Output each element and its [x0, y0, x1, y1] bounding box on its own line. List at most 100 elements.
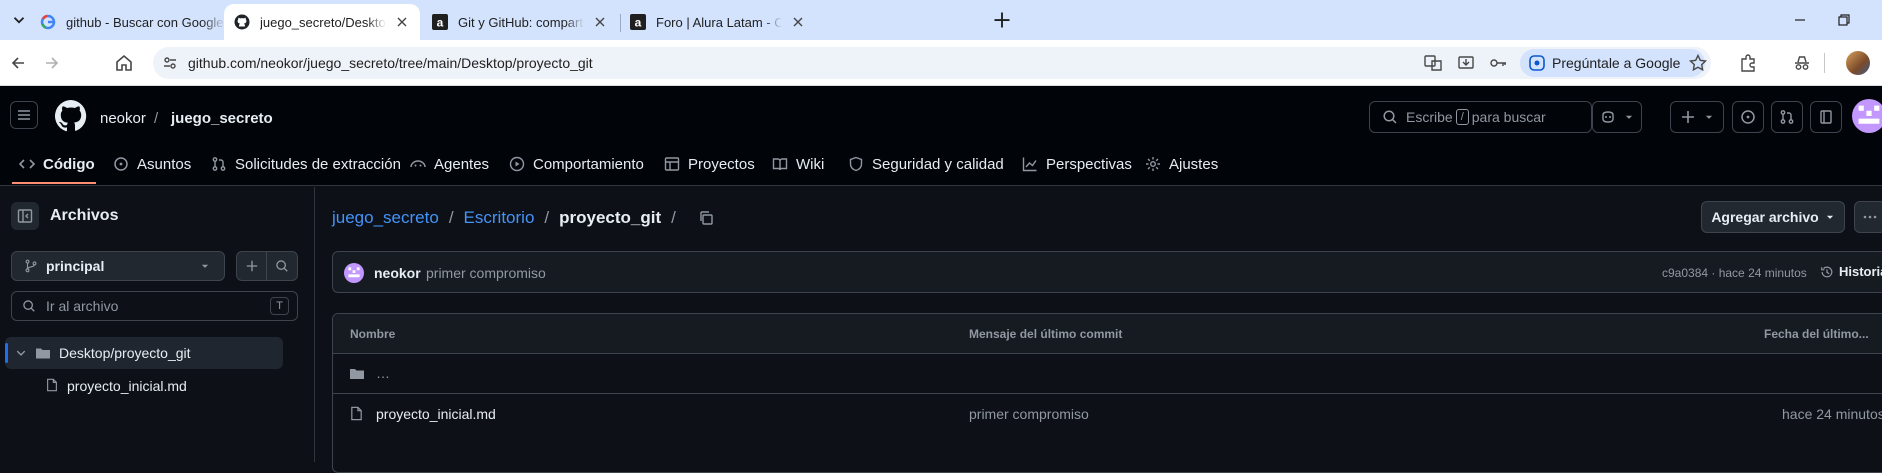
- tab-label: Código: [43, 155, 95, 173]
- tab-label: Solicitudes de extracción: [235, 155, 401, 173]
- file-commit-message[interactable]: primer compromiso: [969, 406, 1089, 422]
- svg-text:a: a: [437, 16, 444, 30]
- close-icon[interactable]: [790, 14, 806, 30]
- url-text[interactable]: github.com/neokor/juego_secreto/tree/mai…: [188, 55, 593, 71]
- repo-owner-link[interactable]: neokor: [100, 110, 146, 127]
- ask-google-button[interactable]: Pregúntale a Google: [1520, 49, 1705, 77]
- translate-icon[interactable]: [1423, 53, 1443, 73]
- table-icon: [664, 157, 680, 171]
- svg-text:a: a: [635, 16, 642, 30]
- inbox-button[interactable]: [1810, 101, 1842, 133]
- tree-file-row[interactable]: proyecto_inicial.md: [5, 371, 283, 401]
- repo-path-separator: /: [154, 110, 159, 127]
- breadcrumb-trailing-separator: /: [671, 208, 676, 227]
- history-link[interactable]: Historia: [1820, 264, 1882, 279]
- folder-open-icon: [36, 348, 50, 359]
- pull-request-icon: [212, 157, 226, 171]
- graph-icon: [1022, 157, 1037, 172]
- google-icon: [40, 14, 56, 30]
- tree-folder-row[interactable]: Desktop/proyecto_git: [5, 337, 283, 369]
- new-tab-button[interactable]: [992, 10, 1012, 30]
- create-new-button[interactable]: [1670, 101, 1724, 133]
- add-file-button[interactable]: Agregar archivo: [1701, 201, 1845, 233]
- history-icon: [1821, 266, 1833, 277]
- tab-issues[interactable]: Asuntos: [113, 142, 191, 186]
- minimize-icon[interactable]: [1790, 10, 1810, 30]
- issue-icon: [114, 157, 128, 171]
- repo-nav: Código Asuntos Solicitudes de extracción…: [0, 142, 1882, 186]
- search-icon: [23, 300, 35, 312]
- latest-commit-bar: neokor primer compromiso c9a0384 · hace …: [332, 251, 1882, 293]
- branch-selector[interactable]: principal: [11, 251, 225, 281]
- user-avatar[interactable]: [1852, 99, 1882, 133]
- go-to-file-input[interactable]: Ir al archivo T: [11, 291, 298, 321]
- table-row[interactable]: proyecto_inicial.md primer compromiso ha…: [333, 394, 1882, 434]
- profile-avatar[interactable]: [1846, 51, 1870, 75]
- close-icon[interactable]: [592, 14, 608, 30]
- tab-insights[interactable]: Perspectivas: [1022, 142, 1132, 186]
- main-content: juego_secreto / Escritorio / proyecto_gi…: [316, 187, 1882, 473]
- tab-wiki[interactable]: Wiki: [772, 142, 824, 186]
- repo-name-link[interactable]: juego_secreto: [171, 110, 273, 127]
- close-icon[interactable]: [394, 14, 410, 30]
- incognito-icon[interactable]: [1792, 53, 1812, 73]
- tab-pull-requests[interactable]: Solicitudes de extracción: [211, 142, 401, 186]
- commit-sha-time[interactable]: c9a0384 · hace 24 minutos: [1662, 266, 1807, 280]
- browser-tab-alura-foro[interactable]: a Foro | Alura Latam - Cursos online: [620, 4, 816, 40]
- tab-settings[interactable]: Ajustes: [1145, 142, 1218, 186]
- browser-toolbar: github.com/neokor/juego_secreto/tree/mai…: [0, 40, 1882, 86]
- copilot-button[interactable]: [1592, 101, 1642, 133]
- sidebar-search-button[interactable]: [267, 252, 297, 280]
- site-info-icon[interactable]: [162, 55, 178, 71]
- tab-label: Ajustes: [1169, 155, 1219, 173]
- tab-projects[interactable]: Proyectos: [664, 142, 755, 186]
- agent-icon: [410, 160, 426, 168]
- issues-button[interactable]: [1732, 101, 1764, 133]
- sidebar-collapse-icon: [17, 209, 33, 223]
- browser-tab-github[interactable]: juego_secreto/Desktop/proyecto_git: [224, 4, 420, 40]
- breadcrumb-root-link[interactable]: juego_secreto: [332, 208, 439, 228]
- commit-author-avatar[interactable]: [344, 263, 364, 283]
- tab-code[interactable]: Código: [19, 142, 95, 186]
- tab-search-icon[interactable]: [10, 11, 28, 29]
- pull-requests-button[interactable]: [1771, 101, 1803, 133]
- copy-path-icon[interactable]: [698, 210, 714, 226]
- alura-icon: a: [630, 14, 646, 30]
- github-search-input[interactable]: Escribe / para buscar: [1369, 101, 1592, 133]
- password-key-icon[interactable]: [1488, 53, 1508, 73]
- tab-agents[interactable]: Agentes: [410, 142, 489, 186]
- github-logo-icon[interactable]: [55, 100, 87, 132]
- code-icon: [19, 159, 35, 169]
- file-name-link[interactable]: proyecto_inicial.md: [376, 406, 496, 422]
- plus-icon: [1682, 111, 1694, 123]
- more-options-button[interactable]: [1854, 201, 1882, 233]
- tab-security[interactable]: Seguridad y calidad: [848, 142, 1004, 186]
- bookmark-star-icon[interactable]: [1688, 53, 1708, 73]
- plus-icon: [246, 260, 257, 272]
- forward-icon[interactable]: [42, 53, 62, 73]
- active-tab-underline: [12, 182, 96, 184]
- chevron-down-icon[interactable]: [15, 347, 27, 359]
- sidebar-title: Archivos: [50, 207, 119, 224]
- install-app-icon[interactable]: [1456, 53, 1476, 73]
- commit-author[interactable]: neokor: [374, 265, 421, 281]
- hamburger-menu-button[interactable]: [10, 101, 38, 129]
- search-icon: [276, 260, 288, 272]
- commit-message[interactable]: primer compromiso: [426, 265, 546, 281]
- chevron-down-icon[interactable]: [1624, 112, 1634, 122]
- back-icon[interactable]: [8, 53, 28, 73]
- breadcrumb-folder-link[interactable]: Escritorio: [464, 208, 535, 228]
- home-icon[interactable]: [114, 53, 134, 73]
- collapse-sidebar-button[interactable]: [11, 202, 39, 230]
- extensions-icon[interactable]: [1738, 53, 1758, 73]
- history-label: Historia: [1839, 264, 1882, 279]
- tab-actions[interactable]: Comportamiento: [509, 142, 644, 186]
- parent-directory-row[interactable]: …: [333, 354, 1882, 394]
- restore-icon[interactable]: [1834, 10, 1854, 30]
- add-file-plus-button[interactable]: [237, 252, 268, 280]
- inbox-icon: [1820, 110, 1832, 124]
- parent-directory-label: …: [376, 365, 390, 381]
- copilot-icon: [1602, 111, 1614, 123]
- tree-selected-indicator: [5, 343, 8, 363]
- browser-tab-alura-git[interactable]: a Git y GitHub: compartiendo y colaboran…: [422, 4, 618, 40]
